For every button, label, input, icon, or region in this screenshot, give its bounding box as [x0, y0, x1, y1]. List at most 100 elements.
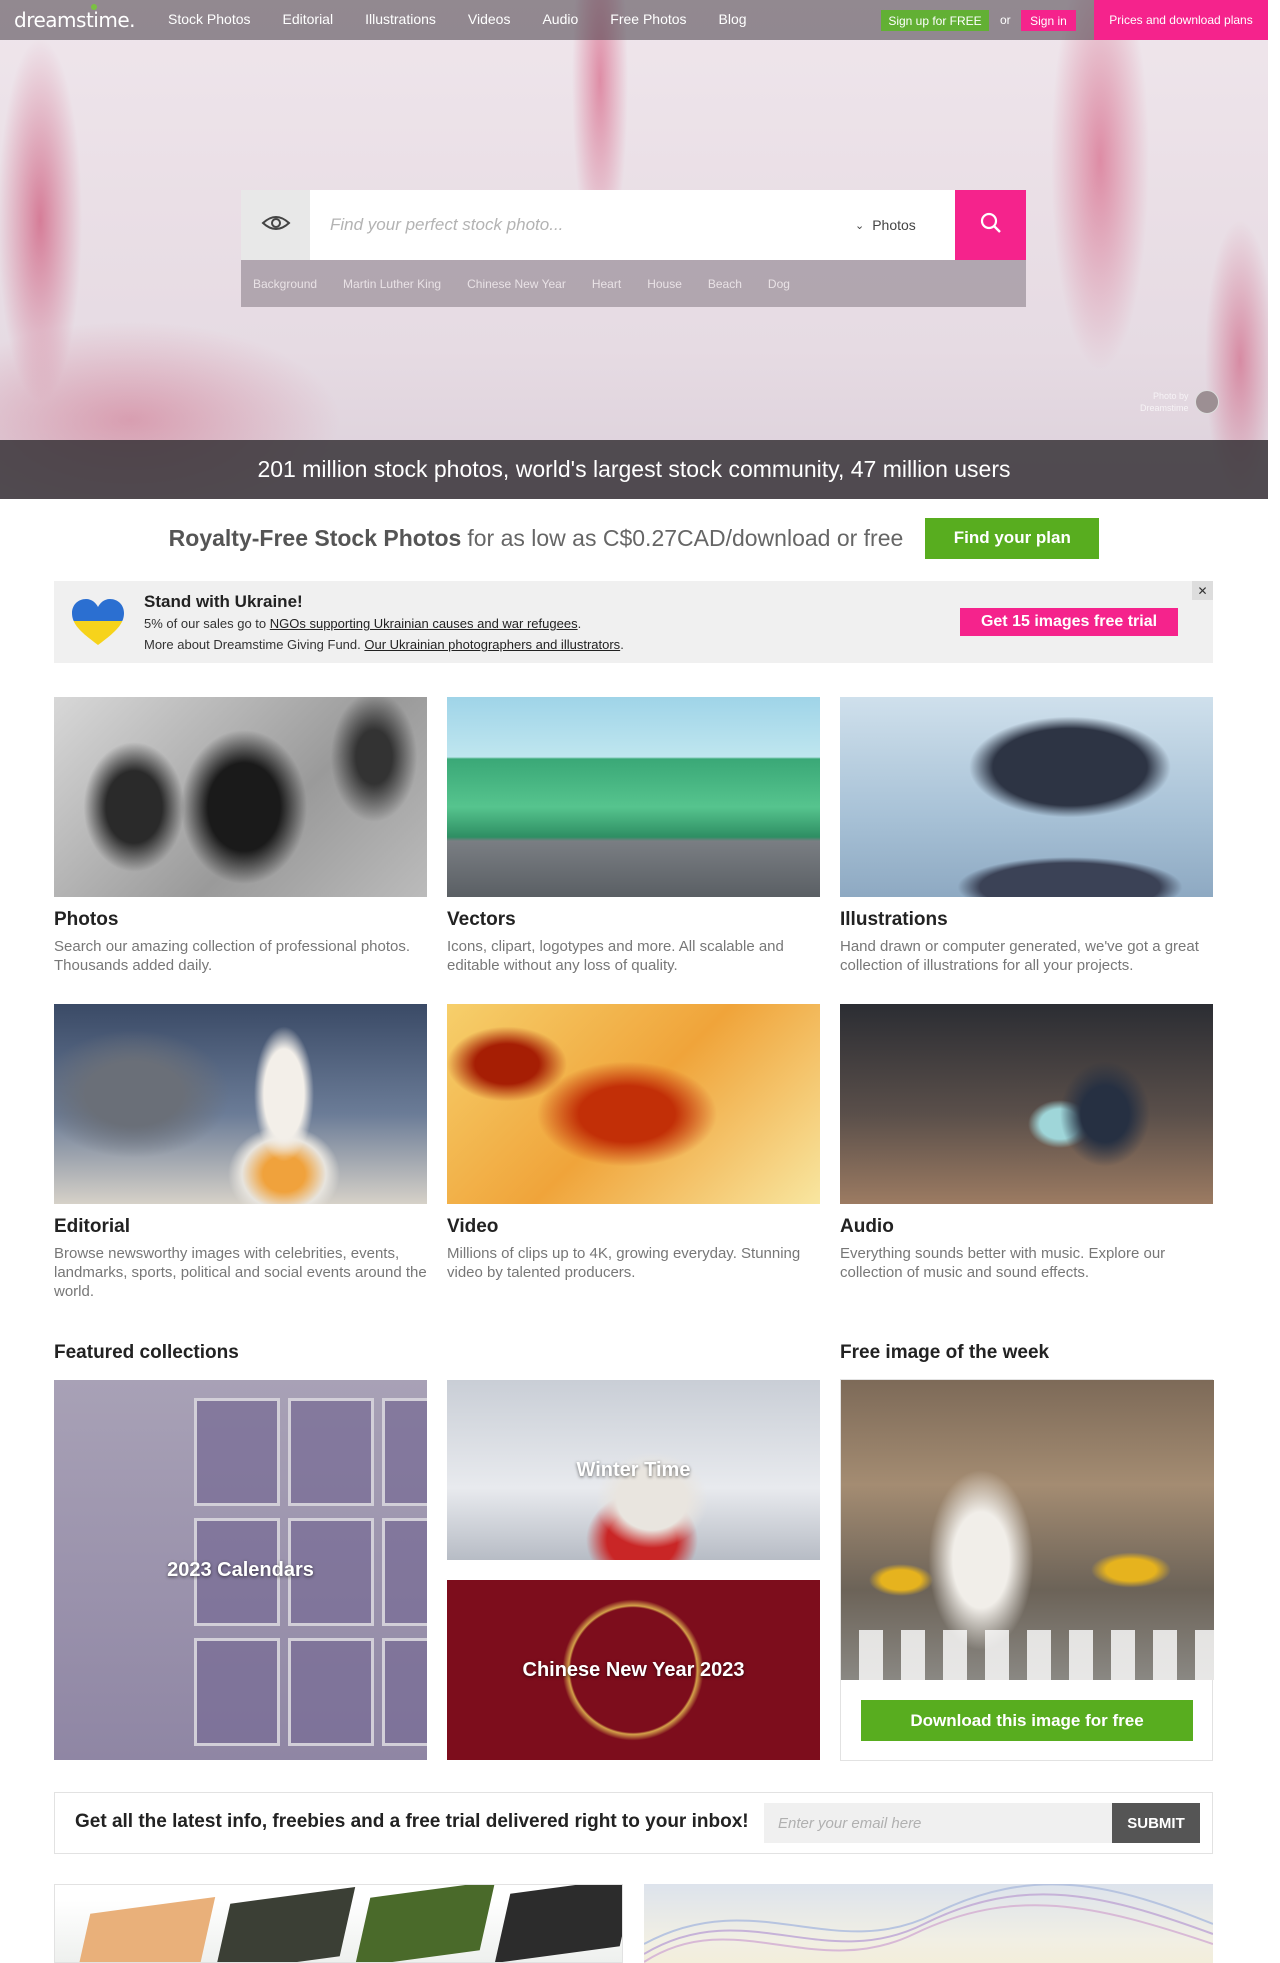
avatar — [1194, 390, 1219, 414]
featured-calendars[interactable]: 2023 Calendars — [54, 1380, 427, 1760]
nav-link-illustrations[interactable]: Illustrations — [365, 11, 436, 27]
chevron-down-icon: ⌄ — [855, 219, 865, 232]
nav-link-videos[interactable]: Videos — [468, 11, 511, 27]
submit-button[interactable]: SUBMIT — [1112, 1803, 1200, 1843]
category-audio[interactable]: Audio Everything sounds better with musi… — [840, 1004, 1213, 1282]
close-icon[interactable]: ✕ — [1192, 581, 1213, 600]
signin-button[interactable]: Sign in — [1021, 10, 1076, 31]
category-vectors[interactable]: Vectors Icons, clipart, logotypes and mo… — [447, 697, 820, 975]
category-title[interactable]: Illustrations — [840, 909, 1213, 931]
category-image[interactable] — [447, 697, 820, 897]
nav-link-stock-photos[interactable]: Stock Photos — [168, 11, 251, 27]
category-video[interactable]: Video Millions of clips up to 4K, growin… — [447, 1004, 820, 1282]
calendar-page — [382, 1638, 427, 1746]
category-description: Browse newsworthy images with celebritie… — [54, 1245, 427, 1300]
category-description: Everything sounds better with music. Exp… — [840, 1245, 1166, 1281]
stats-text: 201 million stock photos, world's larges… — [257, 456, 1011, 482]
promo-tile — [214, 1886, 356, 1962]
search-suggestions: Background Martin Luther King Chinese Ne… — [241, 260, 1026, 307]
credit-line: Dreamstime — [1140, 403, 1189, 413]
search-button[interactable] — [955, 190, 1026, 260]
email-field[interactable] — [764, 1803, 1112, 1843]
featured-chinese-new-year[interactable]: Chinese New Year 2023 — [447, 1580, 820, 1760]
logo-dot-icon — [91, 4, 97, 10]
prices-button[interactable]: Prices and download plans — [1094, 0, 1268, 40]
promo-tile — [494, 1885, 622, 1962]
ukraine-text: 5% of our sales go to NGOs supporting Uk… — [144, 616, 581, 631]
calendar-page — [194, 1638, 280, 1746]
promo-tile — [74, 1896, 216, 1962]
calendar-page — [382, 1518, 427, 1626]
royalty-line: Royalty-Free Stock Photos for as low as … — [0, 517, 1268, 559]
free-image-title: Free image of the week — [840, 1342, 1050, 1363]
suggestion-link[interactable]: House — [647, 277, 682, 291]
crosswalk — [841, 1630, 1214, 1680]
suggestion-link[interactable]: Beach — [708, 277, 742, 291]
ukraine-text-part: . — [620, 637, 624, 652]
ukraine-text-part: 5% of our sales go to — [144, 616, 270, 631]
category-editorial[interactable]: Editorial Browse newsworthy images with … — [54, 1004, 427, 1301]
calendar-page — [288, 1638, 374, 1746]
find-plan-button[interactable]: Find your plan — [925, 517, 1100, 559]
category-image[interactable] — [54, 1004, 427, 1204]
calendar-page — [194, 1398, 280, 1506]
category-title[interactable]: Photos — [54, 909, 427, 931]
nav-link-blog[interactable]: Blog — [719, 11, 747, 27]
free-image-card: Download this image for free — [840, 1379, 1214, 1761]
nav-link-audio[interactable]: Audio — [542, 11, 578, 27]
ngo-link[interactable]: NGOs supporting Ukrainian causes and war… — [270, 616, 578, 631]
category-photos[interactable]: Photos Search our amazing collection of … — [54, 697, 427, 975]
category-description: Icons, clipart, logotypes and more. All … — [447, 938, 784, 974]
royalty-heading: Royalty-Free Stock Photos — [168, 524, 462, 551]
heart-icon — [72, 599, 124, 647]
category-description: Millions of clips up to 4K, growing ever… — [447, 1245, 801, 1281]
visual-search-button[interactable] — [241, 190, 310, 260]
promo-left[interactable] — [54, 1884, 623, 1963]
logo[interactable]: dreamstime. — [14, 8, 135, 32]
category-title[interactable]: Vectors — [447, 909, 820, 931]
category-image[interactable] — [840, 697, 1213, 897]
photographers-link[interactable]: Our Ukrainian photographers and illustra… — [364, 637, 620, 652]
category-image[interactable] — [840, 1004, 1213, 1204]
search-input[interactable] — [310, 190, 855, 260]
free-trial-button[interactable]: Get 15 images free trial — [960, 608, 1178, 636]
search-type-dropdown[interactable]: ⌄ Photos — [855, 190, 955, 260]
top-nav: dreamstime. Stock Photos Editorial Illus… — [0, 0, 1268, 40]
nav-link-free-photos[interactable]: Free Photos — [610, 11, 686, 27]
suggestion-link[interactable]: Martin Luther King — [343, 277, 441, 291]
search-icon — [980, 212, 1002, 239]
ukraine-text-part: . — [577, 616, 582, 631]
featured-label[interactable]: Winter Time — [577, 1459, 691, 1482]
free-image[interactable] — [841, 1380, 1214, 1680]
ukraine-text-part: More about Dreamstime Giving Fund. — [144, 637, 365, 652]
category-image[interactable] — [54, 697, 427, 897]
nav-links: Stock Photos Editorial Illustrations Vid… — [168, 11, 779, 27]
featured-label[interactable]: Chinese New Year 2023 — [523, 1659, 745, 1682]
suggestion-link[interactable]: Heart — [592, 277, 621, 291]
nav-link-editorial[interactable]: Editorial — [283, 11, 334, 27]
category-description: Hand drawn or computer generated, we've … — [840, 938, 1199, 974]
category-title[interactable]: Video — [447, 1216, 820, 1238]
category-title[interactable]: Editorial — [54, 1216, 427, 1238]
calendar-page — [288, 1398, 374, 1506]
royalty-price-text: for as low as C$0.27CAD/download or free — [467, 524, 904, 551]
category-title[interactable]: Audio — [840, 1216, 1213, 1238]
credit-line: Photo by — [1152, 391, 1189, 401]
credit-text: Photo by Dreamstime — [1140, 390, 1189, 414]
signup-button[interactable]: Sign up for FREE — [881, 10, 989, 31]
promo-right[interactable] — [644, 1884, 1213, 1963]
suggestion-link[interactable]: Chinese New Year — [467, 277, 566, 291]
featured-title: Featured collections — [54, 1342, 239, 1363]
featured-winter[interactable]: Winter Time — [447, 1380, 820, 1560]
nav-or-text: or — [1000, 13, 1011, 27]
promo-tile — [354, 1885, 496, 1962]
suggestion-link[interactable]: Background — [253, 277, 317, 291]
photo-credit[interactable]: Photo by Dreamstime — [1140, 390, 1219, 414]
category-illustrations[interactable]: Illustrations Hand drawn or computer gen… — [840, 697, 1213, 975]
download-free-button[interactable]: Download this image for free — [861, 1700, 1193, 1741]
featured-label[interactable]: 2023 Calendars — [167, 1559, 314, 1582]
suggestion-link[interactable]: Dog — [768, 277, 790, 291]
newsletter-box: Get all the latest info, freebies and a … — [54, 1792, 1213, 1854]
category-image[interactable] — [447, 1004, 820, 1204]
calendar-page — [382, 1398, 427, 1506]
